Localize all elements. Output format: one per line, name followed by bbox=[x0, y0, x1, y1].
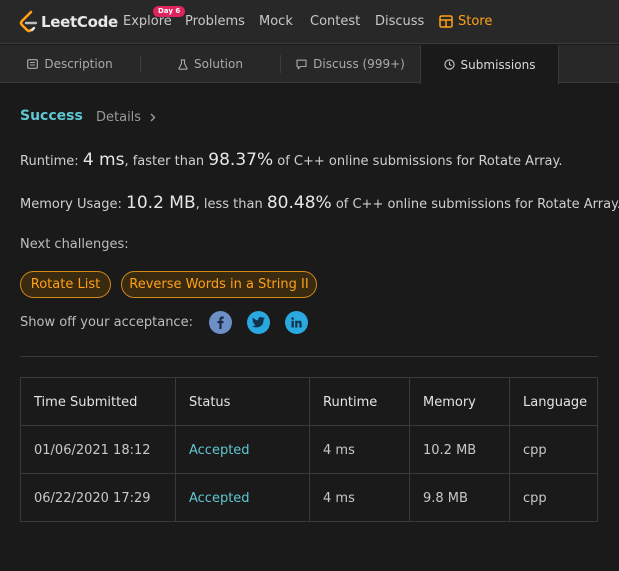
nav-store-label: Store bbox=[458, 14, 493, 29]
tab-discuss[interactable]: Discuss (999+) bbox=[281, 45, 420, 83]
details-link[interactable]: Details bbox=[96, 110, 156, 125]
runtime-mid: , faster than bbox=[124, 154, 209, 169]
tab-solution[interactable]: Solution bbox=[141, 45, 280, 83]
linkedin-icon[interactable] bbox=[285, 311, 308, 334]
chevron-right-icon bbox=[150, 113, 156, 122]
next-challenges-label: Next challenges: bbox=[20, 237, 129, 252]
header-language[interactable]: Language bbox=[510, 378, 598, 426]
memory-tail: of C++ online submissions for Rotate Arr… bbox=[331, 197, 619, 212]
memory-stat: Memory Usage: 10.2 MB, less than 80.48% … bbox=[20, 193, 619, 213]
tab-submissions-label: Submissions bbox=[460, 57, 536, 72]
comment-icon bbox=[296, 59, 307, 69]
store-icon bbox=[439, 15, 453, 28]
cell-time-submitted: 01/06/2021 18:12 bbox=[34, 442, 151, 458]
header-status[interactable]: Status bbox=[176, 378, 309, 426]
memory-percentile: 80.48% bbox=[266, 193, 332, 213]
challenge-rotate-list[interactable]: Rotate List bbox=[20, 271, 111, 298]
share-label: Show off your acceptance: bbox=[20, 315, 193, 330]
header-memory[interactable]: Memory bbox=[410, 378, 509, 426]
challenge-reverse-words[interactable]: Reverse Words in a String II bbox=[121, 271, 317, 298]
runtime-tail: of C++ online submissions for Rotate Arr… bbox=[273, 154, 563, 169]
runtime-label: Runtime: bbox=[20, 154, 83, 169]
cell-memory: 9.8 MB bbox=[423, 490, 468, 506]
leetcode-logo[interactable]: LeetCode bbox=[18, 9, 118, 35]
nav-contest[interactable]: Contest bbox=[310, 14, 360, 29]
tab-description[interactable]: Description bbox=[0, 45, 140, 83]
cell-language: cpp bbox=[523, 442, 547, 458]
flask-icon bbox=[178, 58, 188, 70]
facebook-icon[interactable] bbox=[209, 311, 232, 334]
header-time-submitted[interactable]: Time Submitted bbox=[21, 378, 175, 426]
tab-submissions[interactable]: Submissions bbox=[420, 45, 559, 84]
memory-mid: , less than bbox=[195, 197, 267, 212]
cell-memory: 10.2 MB bbox=[423, 442, 477, 458]
day-badge: Day 6 bbox=[153, 6, 186, 17]
cell-language: cpp bbox=[523, 490, 547, 506]
header-runtime[interactable]: Runtime bbox=[310, 378, 409, 426]
runtime-stat: Runtime: 4 ms, faster than 98.37% of C++… bbox=[20, 150, 562, 170]
nav-mock[interactable]: Mock bbox=[259, 14, 293, 29]
cell-runtime: 4 ms bbox=[323, 490, 355, 506]
twitter-icon[interactable] bbox=[247, 311, 270, 334]
tab-description-label: Description bbox=[44, 57, 113, 71]
top-navbar: LeetCode Explore Day 6 Problems Mock Con… bbox=[0, 0, 619, 44]
cell-status-link[interactable]: Accepted bbox=[176, 474, 309, 522]
memory-value: 10.2 MB bbox=[126, 193, 196, 213]
nav-problems[interactable]: Problems bbox=[185, 14, 245, 29]
details-link-label: Details bbox=[96, 110, 142, 125]
clock-icon bbox=[443, 59, 455, 70]
runtime-value: 4 ms bbox=[82, 150, 125, 170]
tab-discuss-label: Discuss (999+) bbox=[313, 57, 405, 71]
description-icon bbox=[27, 59, 39, 69]
submissions-table: Time Submitted Status Runtime Memory Lan… bbox=[20, 377, 598, 522]
cell-status-link[interactable]: Accepted bbox=[176, 426, 309, 474]
cell-runtime: 4 ms bbox=[323, 442, 355, 458]
cell-time-submitted: 06/22/2020 17:29 bbox=[34, 490, 151, 506]
memory-label: Memory Usage: bbox=[20, 197, 127, 212]
section-divider bbox=[20, 356, 598, 357]
runtime-percentile: 98.37% bbox=[208, 150, 274, 170]
tab-solution-label: Solution bbox=[194, 57, 243, 71]
leetcode-logo-icon bbox=[19, 10, 38, 33]
logo-text: LeetCode bbox=[41, 13, 118, 31]
problem-tabs: Description Solution Discuss (999+) Subm… bbox=[0, 45, 619, 84]
nav-store[interactable]: Store bbox=[439, 14, 492, 29]
nav-discuss[interactable]: Discuss bbox=[375, 14, 424, 29]
result-status: Success bbox=[20, 108, 83, 124]
